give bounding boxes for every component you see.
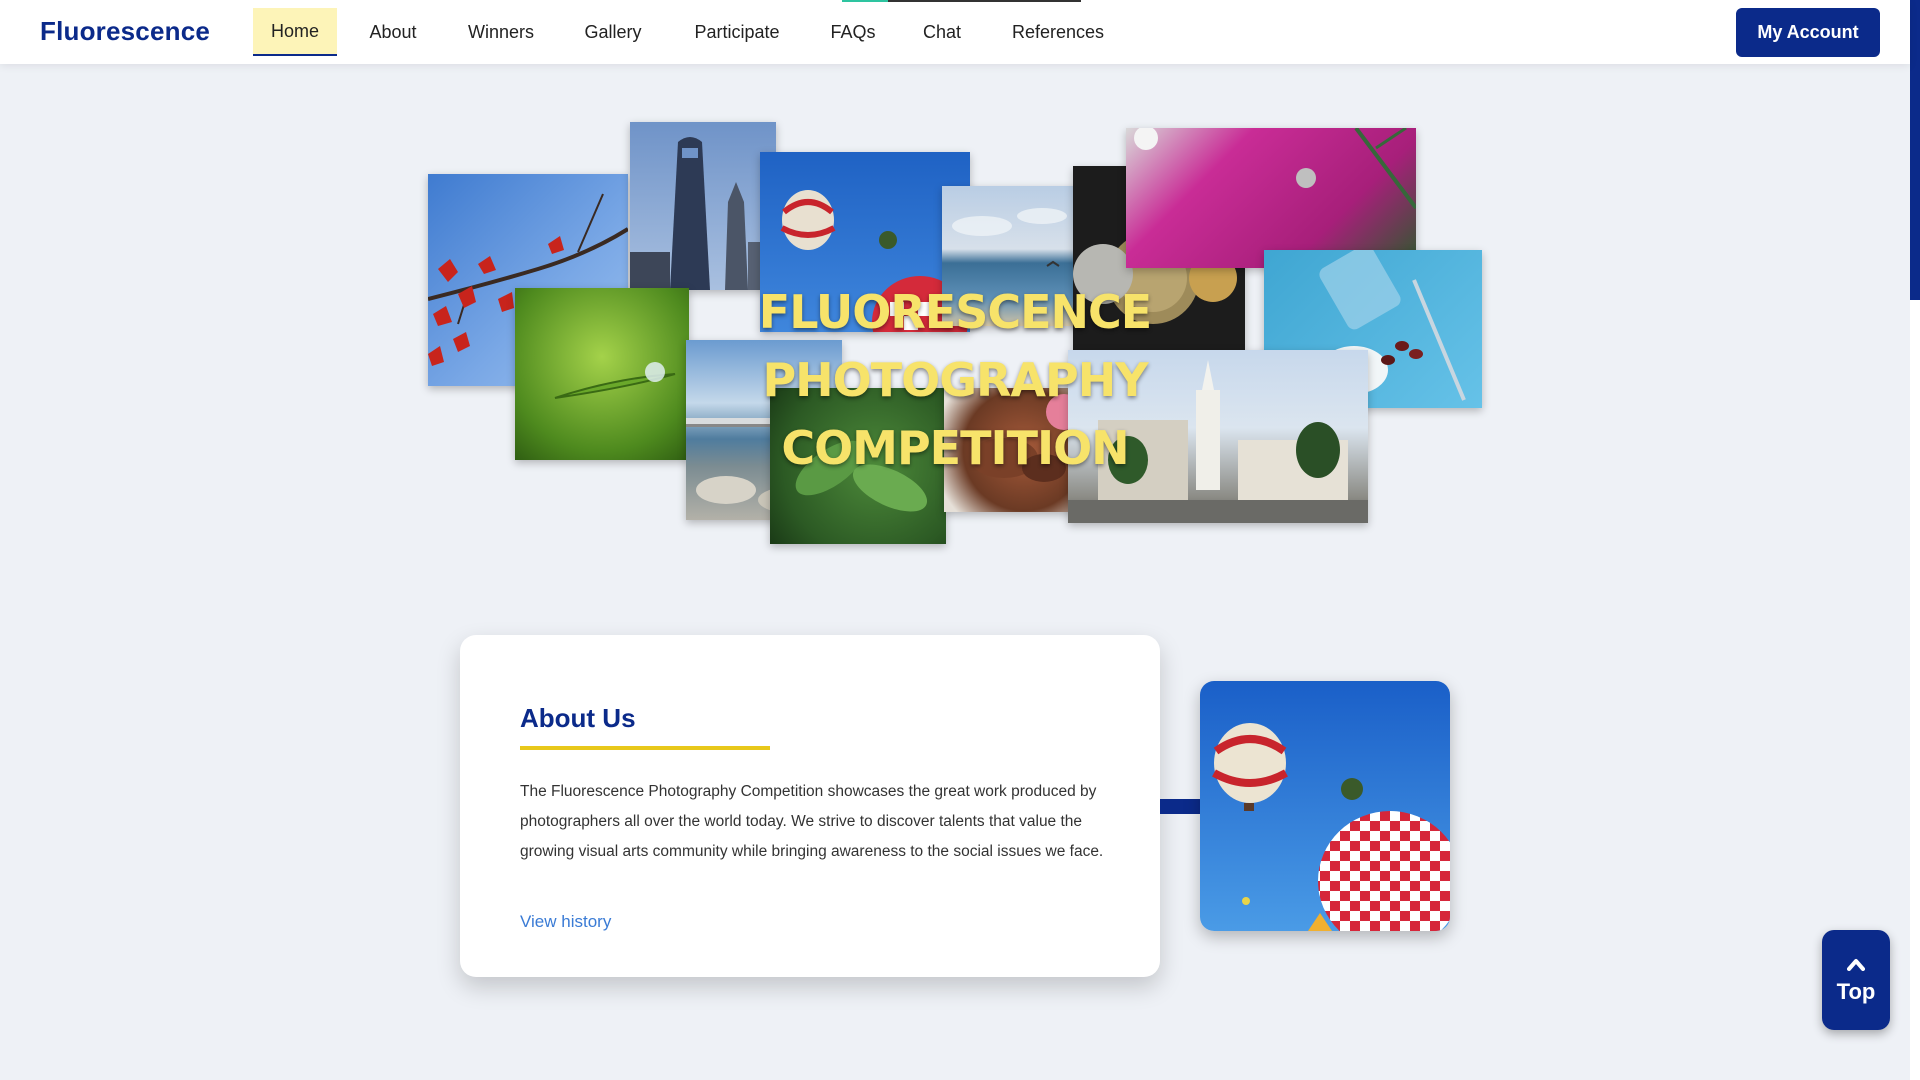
nav-item-gallery[interactable]: Gallery xyxy=(567,8,659,56)
page-scrollbar[interactable] xyxy=(1910,0,1920,1080)
nav-item-chat[interactable]: Chat xyxy=(907,8,977,56)
nav-item-about[interactable]: About xyxy=(353,8,433,56)
photo-pink-ornament xyxy=(1126,128,1416,268)
nav-item-winners[interactable]: Winners xyxy=(451,8,551,56)
hero-collage: FLUORESCENCE PHOTOGRAPHY COMPETITION xyxy=(0,0,1910,560)
nav-indicator-accent xyxy=(842,0,888,2)
page-scrollbar-thumb[interactable] xyxy=(1910,0,1920,300)
view-history-link[interactable]: View history xyxy=(520,912,611,932)
hero-title: FLUORESCENCE PHOTOGRAPHY COMPETITION xyxy=(560,278,1350,482)
back-to-top-label: Top xyxy=(1836,979,1876,1004)
hero-title-line2: COMPETITION xyxy=(781,421,1129,475)
about-title: About Us xyxy=(520,703,636,733)
nav-item-references[interactable]: References xyxy=(993,8,1123,56)
chevron-up-icon xyxy=(1847,955,1865,975)
nav-indicator-line xyxy=(888,0,1081,2)
my-account-button[interactable]: My Account xyxy=(1736,8,1880,57)
brand-logo[interactable]: Fluorescence xyxy=(40,16,210,47)
nav-item-faqs[interactable]: FAQs xyxy=(815,8,891,56)
about-card: About Us The Fluorescence Photography Co… xyxy=(460,635,1160,977)
about-balloons-photo xyxy=(1200,681,1450,931)
about-connector xyxy=(1160,799,1202,814)
nav-item-participate[interactable]: Participate xyxy=(675,8,799,56)
photo-skyscraper xyxy=(630,122,776,290)
about-title-underline xyxy=(520,746,770,750)
about-description: The Fluorescence Photography Competition… xyxy=(520,783,1104,860)
top-navbar: Fluorescence Home About Winners Gallery … xyxy=(0,0,1910,64)
back-to-top-button[interactable]: Top xyxy=(1822,930,1890,1030)
hero-title-line1: FLUORESCENCE PHOTOGRAPHY xyxy=(758,285,1152,407)
nav-item-home[interactable]: Home xyxy=(253,8,337,56)
